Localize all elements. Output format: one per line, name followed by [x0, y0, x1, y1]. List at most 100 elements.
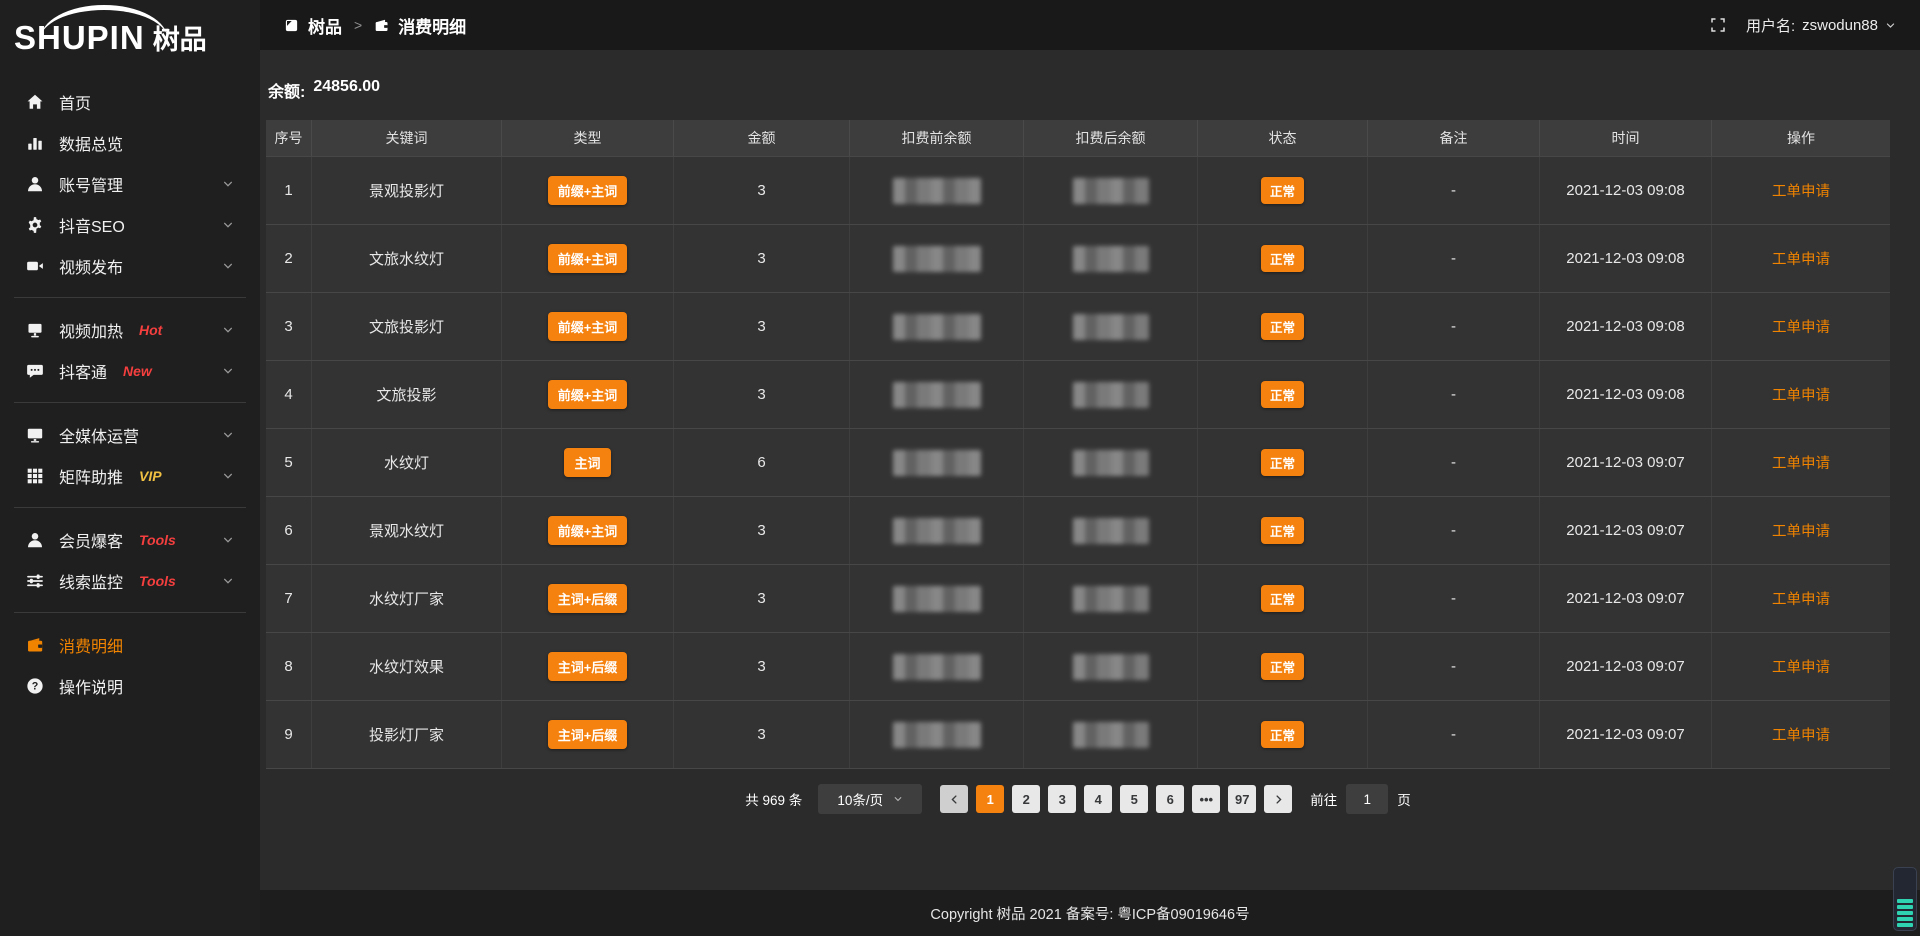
- column-header: 关键词: [312, 120, 502, 156]
- cell-index: 8: [266, 633, 312, 700]
- cell-amount: 3: [674, 565, 850, 632]
- page-button-3[interactable]: 3: [1048, 785, 1076, 813]
- cell-action: 工单申请: [1712, 701, 1890, 768]
- redacted-value: [893, 246, 981, 272]
- work-order-link[interactable]: 工单申请: [1772, 248, 1830, 269]
- work-order-link[interactable]: 工单申请: [1772, 588, 1830, 609]
- cell-keyword: 景观投影灯: [312, 157, 502, 224]
- chevron-down-icon: [222, 260, 234, 272]
- floating-widget[interactable]: [1893, 867, 1917, 931]
- table-row: 3文旅投影灯前缀+主词3正常-2021-12-03 09:08工单申请: [266, 293, 1890, 361]
- page-button-2[interactable]: 2: [1012, 785, 1040, 813]
- chevron-left-icon: [949, 794, 960, 805]
- redacted-value: [1073, 586, 1149, 612]
- chevron-down-icon: [222, 575, 234, 587]
- work-order-link[interactable]: 工单申请: [1772, 452, 1830, 473]
- sidebar-item-13[interactable]: ?操作说明: [0, 665, 260, 706]
- sidebar-item-11[interactable]: 线索监控Tools: [0, 560, 260, 601]
- page-button-6[interactable]: 6: [1156, 785, 1184, 813]
- topbar: 树品>消费明细 用户名: zswodun88: [260, 0, 1920, 50]
- redacted-value: [1073, 314, 1149, 340]
- page-button-1[interactable]: 1: [976, 785, 1004, 813]
- type-badge: 前缀+主词: [548, 176, 628, 205]
- page-button-97[interactable]: 97: [1228, 785, 1256, 813]
- work-order-link[interactable]: 工单申请: [1772, 316, 1830, 337]
- sidebar-item-label: 抖客通: [59, 359, 107, 383]
- cell-status: 正常: [1198, 293, 1368, 360]
- breadcrumb-item-1[interactable]: 树品: [308, 13, 342, 38]
- status-badge: 正常: [1261, 177, 1304, 204]
- work-order-link[interactable]: 工单申请: [1772, 724, 1830, 745]
- sidebar-menu: 首页数据总览账号管理抖音SEO 视频发布视频加热Hot抖客通New 全媒体运营矩阵助…: [0, 61, 260, 706]
- table-row: 9投影灯厂家主词+后缀3正常-2021-12-03 09:07工单申请: [266, 701, 1890, 769]
- balance-label: 余额:: [268, 78, 305, 102]
- cell-balance-after: [1024, 225, 1198, 292]
- sidebar-item-6[interactable]: 视频加热Hot: [0, 309, 260, 350]
- widget-stripe: [1897, 917, 1913, 921]
- cell-action: 工单申请: [1712, 565, 1890, 632]
- redacted-value: [893, 178, 981, 204]
- cell-status: 正常: [1198, 157, 1368, 224]
- page-button-5[interactable]: 5: [1120, 785, 1148, 813]
- cell-keyword: 景观水纹灯: [312, 497, 502, 564]
- cell-status: 正常: [1198, 361, 1368, 428]
- pagination-total: 共 969 条: [745, 789, 802, 809]
- cell-amount: 3: [674, 633, 850, 700]
- user-menu[interactable]: 用户名: zswodun88: [1746, 15, 1896, 36]
- sidebar-item-1[interactable]: 首页: [0, 81, 260, 122]
- pagination: 共 969 条10条/页123456•••97前往页: [266, 784, 1890, 814]
- sidebar-item-7[interactable]: 抖客通New: [0, 350, 260, 391]
- sidebar-item-9[interactable]: 矩阵助推VIP: [0, 455, 260, 496]
- page-button-4[interactable]: 4: [1084, 785, 1112, 813]
- work-order-link[interactable]: 工单申请: [1772, 384, 1830, 405]
- sidebar: SHUPIN 树品 首页数据总览账号管理抖音SEO视频发布视频加热Hot抖客通N…: [0, 0, 260, 936]
- work-order-link[interactable]: 工单申请: [1772, 180, 1830, 201]
- status-badge: 正常: [1261, 381, 1304, 408]
- topbar-right: 用户名: zswodun88: [1710, 15, 1896, 36]
- work-order-link[interactable]: 工单申请: [1772, 520, 1830, 541]
- type-badge: 前缀+主词: [548, 516, 628, 545]
- column-header: 时间: [1540, 120, 1712, 156]
- status-badge: 正常: [1261, 313, 1304, 340]
- column-header: 类型: [502, 120, 674, 156]
- sidebar-item-4[interactable]: 抖音SEO: [0, 204, 260, 245]
- cell-time: 2021-12-03 09:07: [1540, 633, 1712, 700]
- cell-time: 2021-12-03 09:08: [1540, 157, 1712, 224]
- table-row: 2文旅水纹灯前缀+主词3正常-2021-12-03 09:08工单申请: [266, 225, 1890, 293]
- chat-icon: [26, 362, 44, 380]
- status-badge: 正常: [1261, 653, 1304, 680]
- goto-page-input[interactable]: [1346, 784, 1388, 814]
- prev-page-button[interactable]: [940, 785, 968, 813]
- sidebar-item-12[interactable]: 消费明细: [0, 624, 260, 665]
- sidebar-item-tag: Hot: [139, 322, 162, 338]
- sidebar-item-label: 视频发布: [59, 254, 123, 278]
- sidebar-item-2[interactable]: 数据总览: [0, 122, 260, 163]
- cell-keyword: 水纹灯效果: [312, 633, 502, 700]
- cell-amount: 6: [674, 429, 850, 496]
- sidebar-item-8[interactable]: 全媒体运营: [0, 414, 260, 455]
- cell-amount: 3: [674, 361, 850, 428]
- sidebar-item-5[interactable]: 视频发布: [0, 245, 260, 286]
- monitor-icon: [26, 426, 44, 444]
- next-page-button[interactable]: [1264, 785, 1292, 813]
- column-header: 金额: [674, 120, 850, 156]
- cell-action: 工单申请: [1712, 293, 1890, 360]
- breadcrumb-item-2: 消费明细: [398, 13, 466, 38]
- sidebar-item-10[interactable]: 会员爆客Tools: [0, 519, 260, 560]
- work-order-link[interactable]: 工单申请: [1772, 656, 1830, 677]
- breadcrumb: 树品>消费明细: [284, 13, 466, 38]
- sidebar-item-3[interactable]: 账号管理: [0, 163, 260, 204]
- type-badge: 主词+后缀: [548, 652, 628, 681]
- column-header: 状态: [1198, 120, 1368, 156]
- page-size-select[interactable]: 10条/页: [818, 784, 922, 814]
- cell-balance-after: [1024, 565, 1198, 632]
- fullscreen-icon[interactable]: [1710, 17, 1726, 33]
- more-pages-button[interactable]: •••: [1192, 785, 1220, 813]
- cell-balance-after: [1024, 157, 1198, 224]
- cell-index: 3: [266, 293, 312, 360]
- chevron-down-icon: [222, 534, 234, 546]
- widget-stripe: [1897, 911, 1913, 915]
- table-header-row: 序号关键词类型金额扣费前余额扣费后余额状态备注时间操作: [266, 120, 1890, 157]
- cell-status: 正常: [1198, 633, 1368, 700]
- cell-action: 工单申请: [1712, 633, 1890, 700]
